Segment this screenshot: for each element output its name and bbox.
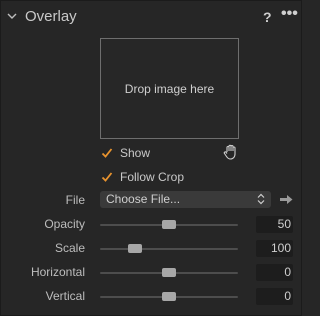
scale-value: 100 xyxy=(270,241,291,255)
more-options-button[interactable]: ••• xyxy=(281,5,298,23)
checkmark-icon xyxy=(101,172,113,182)
scale-slider-thumb[interactable] xyxy=(128,244,142,253)
updown-chevron-icon xyxy=(257,193,265,205)
checkmark-icon xyxy=(101,148,113,158)
vertical-label: Vertical xyxy=(45,289,85,303)
help-button[interactable]: ? xyxy=(263,9,272,25)
follow-crop-label: Follow Crop xyxy=(120,170,185,184)
opacity-slider-thumb[interactable] xyxy=(162,220,176,229)
opacity-label: Opacity xyxy=(44,217,85,231)
image-drop-zone[interactable]: Drop image here xyxy=(100,38,239,139)
scale-label: Scale xyxy=(54,241,85,255)
horizontal-slider[interactable] xyxy=(100,268,238,277)
vertical-slider-thumb[interactable] xyxy=(162,292,176,301)
file-label: File xyxy=(65,193,85,207)
drop-zone-text: Drop image here xyxy=(124,81,215,96)
scale-value-field[interactable]: 100 xyxy=(256,240,293,257)
hand-icon[interactable] xyxy=(222,143,240,161)
opacity-value: 50 xyxy=(277,217,291,231)
file-select-value: Choose File... xyxy=(106,192,181,206)
overlay-panel: Overlay ? ••• Drop image here Show Follo… xyxy=(0,0,302,316)
vertical-value: 0 xyxy=(284,289,291,303)
horizontal-value: 0 xyxy=(284,265,291,279)
horizontal-slider-thumb[interactable] xyxy=(162,268,176,277)
horizontal-value-field[interactable]: 0 xyxy=(256,264,293,281)
vertical-slider[interactable] xyxy=(100,292,238,301)
show-checkbox[interactable]: Show xyxy=(101,144,150,162)
follow-crop-checkbox[interactable]: Follow Crop xyxy=(101,168,184,186)
file-select[interactable]: Choose File... xyxy=(100,191,271,208)
scale-slider[interactable] xyxy=(100,244,238,253)
vertical-value-field[interactable]: 0 xyxy=(256,288,293,305)
show-label: Show xyxy=(120,146,151,160)
panel-title: Overlay xyxy=(25,8,77,25)
opacity-value-field[interactable]: 50 xyxy=(256,216,293,233)
arrow-right-icon[interactable] xyxy=(280,194,293,205)
chevron-down-icon[interactable] xyxy=(7,11,17,21)
opacity-slider[interactable] xyxy=(100,220,238,229)
panel-header[interactable]: Overlay ? ••• xyxy=(1,1,301,33)
horizontal-label: Horizontal xyxy=(30,265,85,279)
